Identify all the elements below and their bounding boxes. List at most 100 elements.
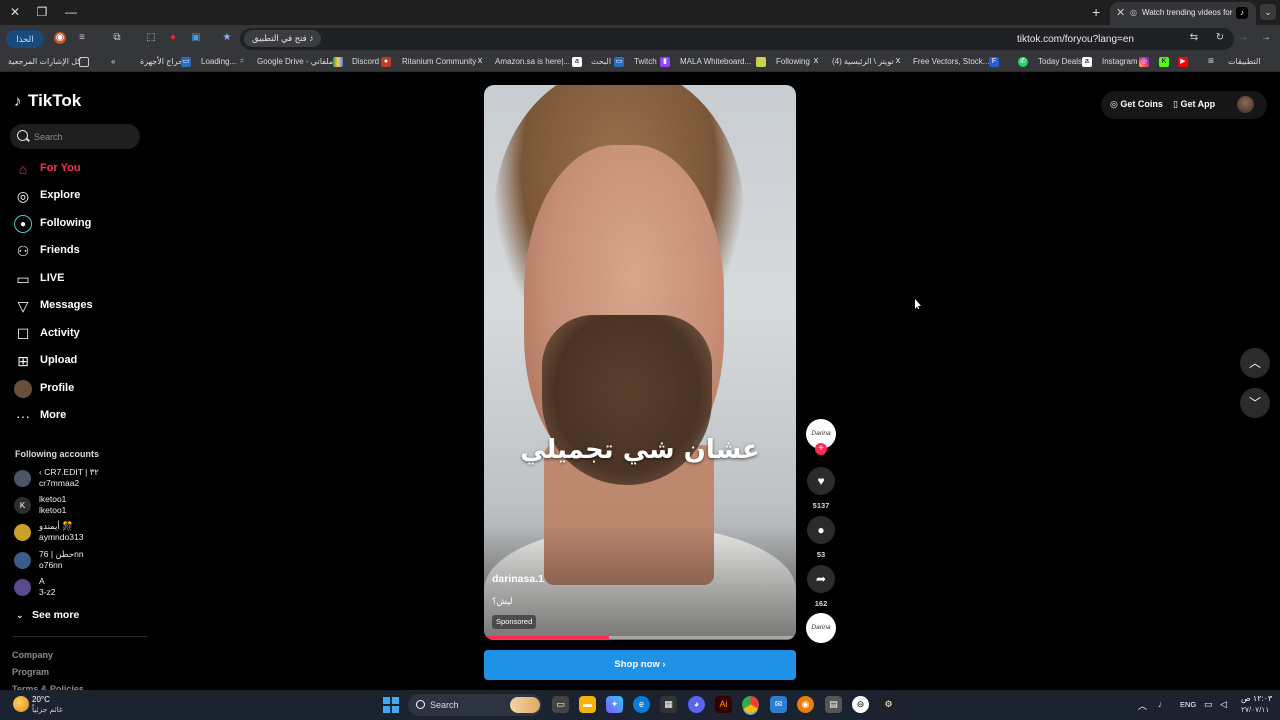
bookmark-apps[interactable]: التطبيقات [1228,57,1260,66]
tray-chevron-icon[interactable]: ︿ [1138,699,1147,712]
bookmark-mala[interactable]: MALA Whiteboard... [680,57,751,66]
like-button[interactable]: ♥ [807,467,835,495]
footer-link-company[interactable]: Company [12,650,53,660]
blender-icon[interactable]: ◉ [797,696,814,713]
following-account[interactable]: A 3-z2 [14,576,144,600]
illustrator-icon[interactable]: Ai [715,696,732,713]
bookmark-today-deals[interactable]: Today Deals [1038,57,1082,66]
video-username[interactable]: darinasa.1 [492,573,544,585]
weather-desc[interactable]: غائم جزئياً [32,705,63,714]
screenshot-icon[interactable]: ⧉ [111,32,123,44]
next-video-button[interactable]: ﹀ [1240,388,1270,418]
shop-now-button[interactable]: Shop now › [484,650,796,680]
nav-live[interactable]: ▭ LIVE [12,268,142,290]
taskbar-search[interactable]: Search [408,694,542,716]
follow-plus-icon[interactable]: + [815,443,827,455]
volume-icon[interactable]: ◁ [1220,699,1227,710]
bookmark-drive[interactable]: Google Drive - ملفاتي [257,57,333,66]
extensions-icon[interactable]: ⬚ [145,32,157,44]
nav-profile[interactable]: Profile [12,378,142,400]
clock-time[interactable]: ١٢:٠٣ ص [1241,694,1272,703]
search-box[interactable] [10,124,140,149]
bookmark-amazon[interactable]: Amazon.sa is here|... [495,57,570,66]
close-tab-icon[interactable]: ✕ [1116,6,1125,19]
bookmark-following[interactable]: Following [776,57,810,66]
search-icon[interactable] [17,130,28,141]
task-view-icon[interactable]: ▭ [552,696,569,713]
nav-following[interactable]: ● Following [12,213,142,235]
microphone-icon[interactable]: ♩ [1158,699,1167,709]
extension-icon[interactable]: ◉ [54,32,66,44]
bookmark-star-icon[interactable]: ★ [221,32,233,44]
translate-icon[interactable]: ▣ [190,32,202,44]
bookmark-search[interactable]: البحث [591,57,611,66]
start-button[interactable] [383,697,399,713]
store-icon[interactable]: ▦ [660,696,677,713]
new-tab-button[interactable]: + [1092,4,1100,20]
user-avatar[interactable] [1237,96,1254,113]
see-more-button[interactable]: ⌄ See more [16,609,79,621]
discord-icon[interactable]: ◕ [688,696,705,713]
share-button[interactable]: ➦ [807,565,835,593]
chevron-more-icon[interactable]: « [111,57,115,66]
file-explorer-icon[interactable]: ▬ [579,696,596,713]
following-account[interactable]: 76 | حطنnn o76nn [14,549,144,573]
nav-more[interactable]: ··· More [12,405,142,427]
bookmark-twitter[interactable]: (4) تويتر \ الرئيسية [832,57,894,66]
following-account[interactable]: K lketoo1 lketoo1 [14,494,144,518]
video-progress-bar[interactable] [484,636,796,639]
nav-upload[interactable]: ⊞ Upload [12,350,142,372]
forward-icon[interactable]: → [1237,32,1249,44]
clock-date[interactable]: ٢٧/٠٧/١١ [1241,705,1269,714]
update-button[interactable]: الحذا [6,30,44,48]
mail-icon[interactable]: ✉ [770,696,787,713]
bookmark-loading[interactable]: Loading... [201,57,236,66]
steam-icon[interactable]: ⚙ [880,696,897,713]
copilot-icon[interactable]: ✦ [606,696,623,713]
minimize-window-icon[interactable]: — [64,5,78,19]
tab-search-icon[interactable]: ⌄ [1260,4,1276,20]
network-icon[interactable]: ▭ [1204,699,1213,710]
address-bar[interactable]: tiktok.com/foryou?lang=en [240,28,1234,50]
open-in-app-chip[interactable]: فتح في التطبيق ♪ [244,30,322,47]
nav-activity[interactable]: ☐ Activity [12,323,142,345]
reading-list-icon[interactable]: ≡ [76,32,88,44]
video-player[interactable]: عشان شي تجميلي darinasa.1 ليش؟ Sponsored [484,85,796,640]
following-account[interactable]: ‹ CR7.EDIT | ٣٢ cr7mmaa2 [14,467,144,491]
active-tab[interactable]: ✕ ◎ Watch trending videos for ♪ [1110,2,1256,25]
restore-window-icon[interactable]: ❐ [35,5,49,19]
music-disc[interactable]: Darina [806,613,836,643]
bookmark-ritanium[interactable]: Ritanium Community [402,57,476,66]
site-settings-icon[interactable]: ⇆ [1188,32,1200,44]
reload-icon[interactable]: ↻ [1214,32,1226,44]
get-app-button[interactable]: ▯ Get App [1173,99,1215,110]
previous-video-button[interactable]: ︿ [1240,348,1270,378]
whatsapp-icon[interactable]: ✆ [1018,57,1028,67]
youtube-icon[interactable]: ▶ [1178,57,1188,67]
language-indicator[interactable]: ENG [1180,700,1196,709]
comment-button[interactable]: ● [807,516,835,544]
kick-icon[interactable]: K [1159,57,1169,67]
bookmark-all[interactable]: كل الإشارات المرجعية [8,57,81,66]
nav-messages[interactable]: ▽ Messages [12,295,142,317]
nav-explore[interactable]: ◎ Explore [12,185,142,207]
bookmark-freevectors[interactable]: Free Vectors, Stock... [913,57,989,66]
bookmark-instagram[interactable]: Instagram [1102,57,1138,66]
app-icon[interactable]: ⊖ [852,696,869,713]
weather-temp[interactable]: 20°C [32,695,50,704]
search-input[interactable] [34,129,134,144]
bookmark-discord[interactable]: Discord [352,57,379,66]
calculator-icon[interactable]: ▤ [825,696,842,713]
bookmark-haraj[interactable]: حراج الأجهزة [140,57,183,66]
get-coins-button[interactable]: ◎ Get Coins [1110,99,1163,110]
tiktok-logo[interactable]: ♪ TikTok [14,91,81,111]
weather-icon[interactable] [13,696,29,712]
footer-link-program[interactable]: Program [12,667,49,677]
nav-for-you[interactable]: ⌂ For You [12,158,142,180]
back-icon[interactable]: → [1260,32,1272,44]
chrome-icon[interactable] [742,696,759,713]
edge-icon[interactable]: e [633,696,650,713]
bookmark-twitch[interactable]: Twitch [634,57,657,66]
following-account[interactable]: أيمندو 🎊 aymndo313 [14,521,144,545]
close-window-icon[interactable]: ✕ [8,5,22,19]
